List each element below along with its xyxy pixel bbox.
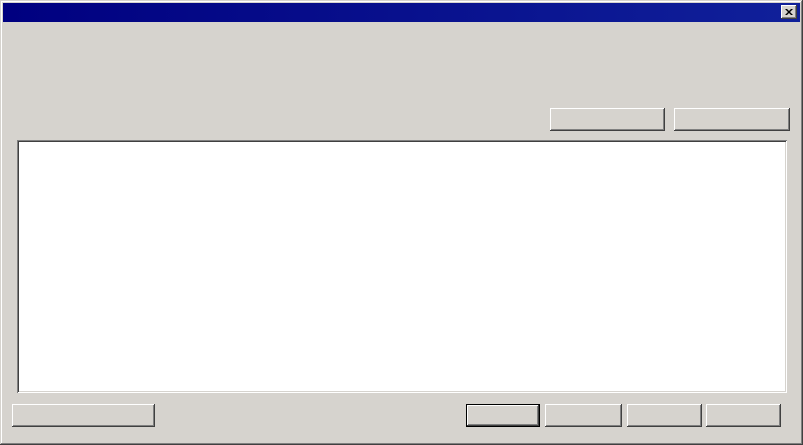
table-header-row: [19, 142, 785, 160]
add-from-file-button[interactable]: [550, 108, 665, 131]
add-button[interactable]: [466, 404, 540, 427]
policies-table: [17, 140, 787, 393]
cancel-button[interactable]: [706, 404, 781, 427]
change-button[interactable]: [545, 404, 622, 427]
delete-button[interactable]: [627, 404, 702, 427]
apply-policies-all-hosts-button[interactable]: [12, 404, 155, 427]
close-icon[interactable]: [781, 5, 797, 19]
output-file-button[interactable]: [674, 108, 790, 131]
title-bar: [3, 3, 800, 22]
policy-setup-dialog: [0, 0, 803, 445]
